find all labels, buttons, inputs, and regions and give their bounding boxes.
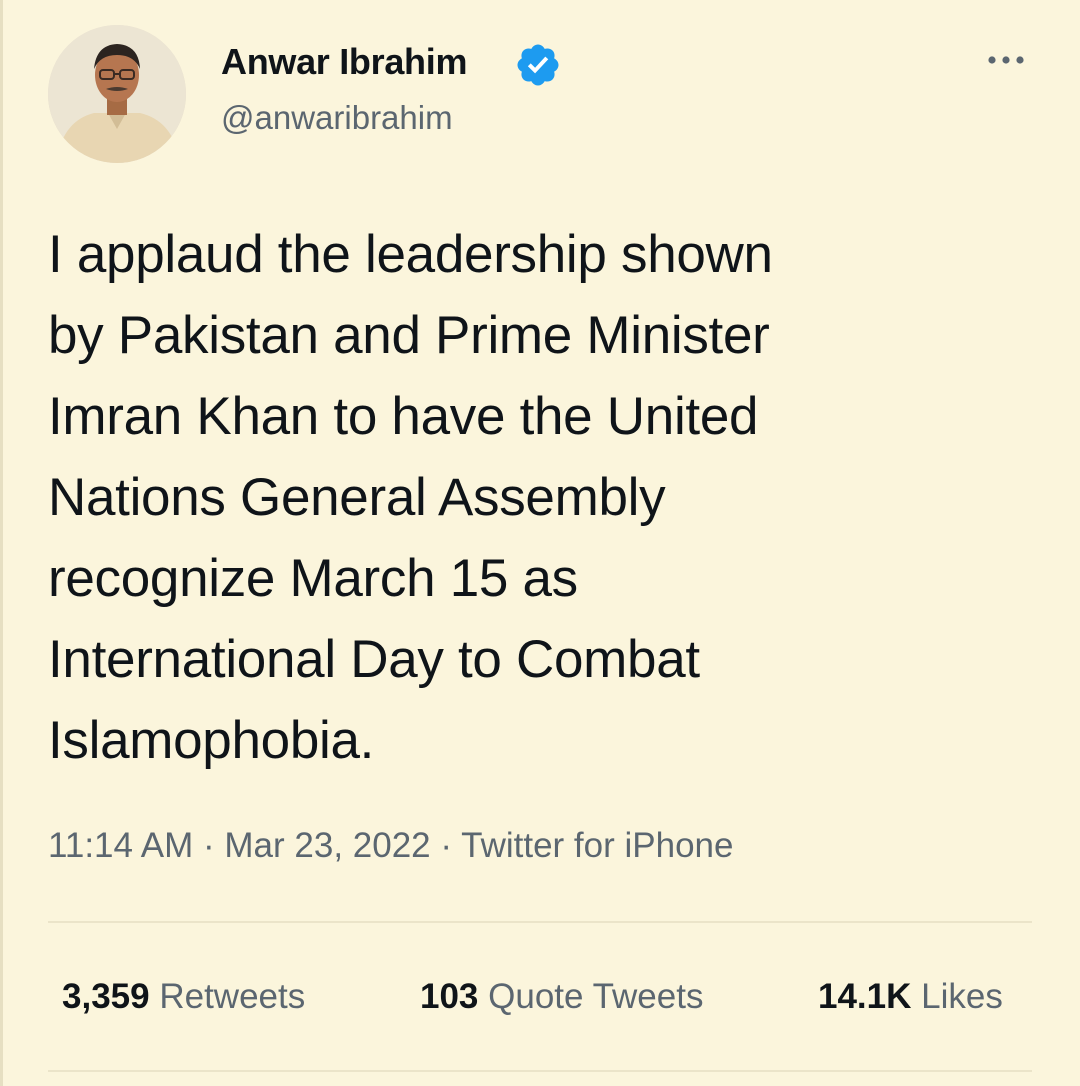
tweet-source[interactable]: Twitter for iPhone — [461, 826, 733, 865]
likes-count: 14.1K — [818, 977, 912, 1016]
avatar[interactable] — [48, 25, 186, 163]
tweet-line: International Day to Combat — [48, 630, 700, 689]
more-options-icon[interactable] — [982, 45, 1030, 75]
author-handle[interactable]: @anwaribrahim — [221, 98, 453, 138]
divider-bottom — [48, 1070, 1032, 1072]
retweets-stat[interactable]: 3,359 Retweets — [62, 975, 305, 1019]
retweets-label: Retweets — [159, 977, 306, 1016]
divider-top — [48, 921, 1032, 923]
left-edge — [0, 0, 3, 1086]
tweet-time[interactable]: 11:14 AM — [48, 826, 193, 865]
author-name[interactable]: Anwar Ibrahim — [221, 40, 467, 84]
tweet-line: Imran Khan to have the United — [48, 387, 759, 446]
tweet-date[interactable]: Mar 23, 2022 — [224, 826, 430, 865]
meta-separator: · — [203, 826, 215, 865]
tweet-text: I applaud the leadership shown by Pakist… — [48, 214, 1038, 781]
tweet-line: by Pakistan and Prime Minister — [48, 306, 770, 365]
quote-tweets-label: Quote Tweets — [488, 977, 704, 1016]
likes-label: Likes — [921, 977, 1003, 1016]
tweet-line: Islamophobia. — [48, 711, 375, 770]
verified-badge-icon — [517, 44, 559, 86]
quote-tweets-count: 103 — [420, 977, 479, 1016]
quote-tweets-stat[interactable]: 103 Quote Tweets — [420, 975, 703, 1019]
meta-separator: · — [440, 826, 453, 865]
tweet-meta: 11:14 AM · Mar 23, 2022 · Twitter for iP… — [48, 824, 733, 868]
tweet-line: Nations General Assembly — [48, 468, 666, 527]
avatar-portrait — [48, 25, 186, 163]
tweet-line: recognize March 15 as — [48, 549, 578, 608]
tweet-line: I applaud the leadership shown — [48, 225, 773, 284]
retweets-count: 3,359 — [62, 977, 150, 1016]
likes-stat[interactable]: 14.1K Likes — [818, 975, 1003, 1019]
